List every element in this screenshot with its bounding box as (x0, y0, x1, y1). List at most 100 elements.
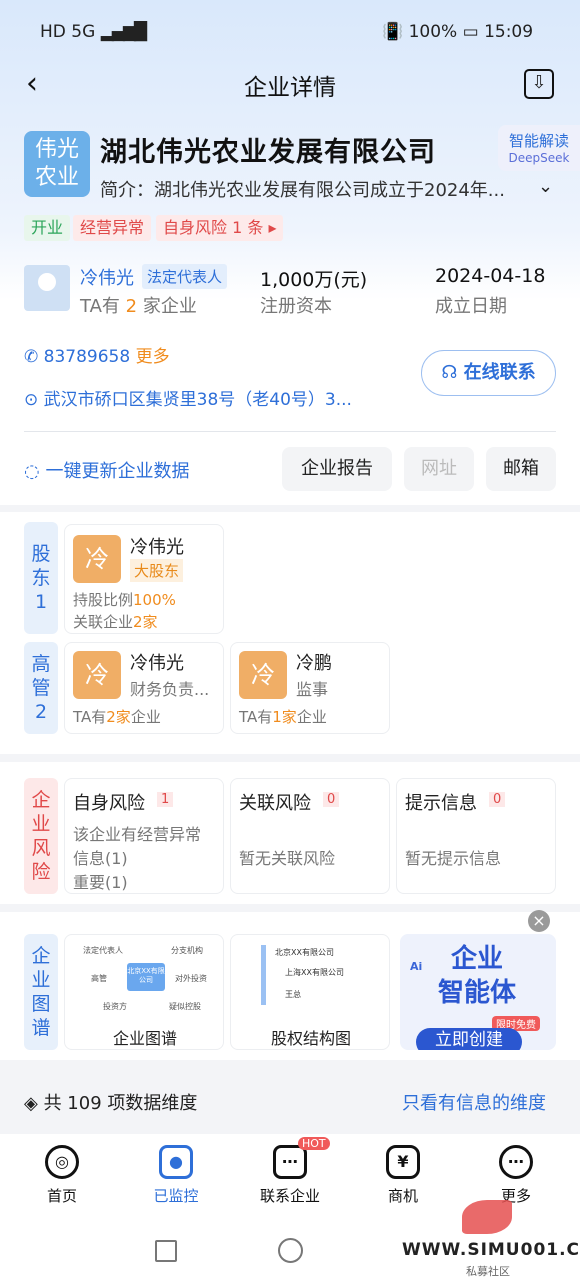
tag-self-risk[interactable]: 自身风险 1 条 ▸ (156, 215, 284, 241)
shareholder-card[interactable]: 冷 冷伟光 大股东 持股比例100% 关联企业2家 (64, 524, 224, 634)
ai-icon: Ai (410, 960, 423, 973)
equity-row: 上海XX有限公司 (285, 968, 344, 977)
more-icon: ⋯ (499, 1145, 533, 1179)
capital-label: 注册资本 (260, 296, 332, 317)
company-intro[interactable]: 简介：湖北伟光农业发展有限公司成立于2024年... (100, 176, 505, 202)
watermark-logo (462, 1200, 512, 1234)
graph-node: 高管 (91, 974, 107, 983)
executive-avatar: 冷 (239, 651, 287, 699)
founded-label: 成立日期 (435, 296, 507, 317)
graph-node: 法定代表人 (83, 946, 123, 955)
report-button[interactable]: 企业报告 (282, 447, 392, 491)
related-risk-title: 关联风险 (239, 793, 311, 814)
equity-row: 王总 (285, 990, 301, 999)
related-risk-count: 0 (323, 792, 340, 807)
close-icon[interactable]: × (528, 910, 550, 932)
self-risk-count: 1 (157, 792, 174, 807)
major-shareholder-badge: 大股东 (130, 559, 184, 582)
filter-dimensions-link[interactable]: 只看有信息的维度 (402, 1089, 546, 1115)
yen-icon: ¥ (386, 1145, 420, 1179)
nav-business[interactable]: ¥ 商机 (363, 1145, 443, 1206)
graph-node: 对外投资 (175, 974, 207, 983)
hint-info-count: 0 (489, 792, 506, 807)
risk-label: 企业风险 (24, 778, 58, 894)
hint-info-card[interactable]: 提示信息 0 暂无提示信息 (396, 778, 556, 894)
online-contact-button[interactable]: ☊ 在线联系 (421, 350, 556, 396)
executive-card[interactable]: 冷 冷伟光 财务负责... TA有2家企业 (64, 642, 224, 734)
graph-caption: 股权结构图 (270, 1029, 351, 1048)
layers-icon: ◈ (24, 1093, 38, 1114)
executive-avatar: 冷 (73, 651, 121, 699)
email-button[interactable]: 邮箱 (486, 447, 556, 491)
enterprise-graph-card[interactable]: 北京XX有限公司 法定代表人 分支机构 高管 对外投资 投资方 疑似控股 企业图… (64, 934, 224, 1050)
holding-ratio: 持股比例100% (73, 591, 176, 609)
risk-text: 暂无提示信息 (405, 849, 502, 868)
monitor-icon: ● (159, 1145, 193, 1179)
watermark-sub: 私募社区 (466, 1265, 510, 1278)
executives-label[interactable]: 高管2 (24, 642, 58, 734)
risk-text: 信息(1) (73, 849, 128, 868)
company-name: 湖北伟光农业发展有限公司 (100, 137, 436, 168)
create-agent-button[interactable]: 立即创建 (416, 1028, 522, 1050)
divider (24, 431, 556, 432)
graph-node: 投资方 (103, 1002, 127, 1011)
founded-value: 2024-04-18 (435, 265, 546, 287)
self-risk-card[interactable]: 自身风险 1 该企业有经营异常 信息(1) 重要(1) (64, 778, 224, 894)
executive-name: 冷伟光 (130, 653, 184, 674)
executive-companies: TA有2家企业 (73, 708, 161, 726)
phone-row[interactable]: ✆ 83789658 更多 (24, 342, 170, 367)
related-companies: 关联企业2家 (73, 613, 158, 631)
dimension-total: ◈ 共 109 项数据维度 (24, 1093, 198, 1114)
shareholders-label[interactable]: 股东1 (24, 522, 58, 634)
search-home-icon: ◎ (45, 1145, 79, 1179)
hot-badge: HOT (298, 1137, 330, 1150)
executive-name: 冷鹏 (296, 653, 332, 674)
ai-agent-card[interactable]: Ai 企业 智能体 限时免费 立即创建 (400, 934, 556, 1050)
address-row[interactable]: ⊙ 武汉市硚口区集贤里38号（老40号）3... (24, 385, 352, 410)
tag-abnormal[interactable]: 经营异常 (73, 215, 152, 241)
hint-info-title: 提示信息 (405, 793, 477, 814)
status-bar-left: HD 5G ▂▄▆█ (40, 22, 147, 42)
location-icon: ⊙ (24, 390, 39, 410)
executive-card[interactable]: 冷 冷鹏 监事 TA有1家企业 (230, 642, 390, 734)
recents-button[interactable] (155, 1240, 177, 1262)
graph-node: 疑似控股 (169, 1002, 201, 1011)
related-risk-card[interactable]: 关联风险 0 暂无关联风险 (230, 778, 390, 894)
capital-value: 1,000万(元) (260, 269, 368, 291)
graph-caption: 企业图谱 (112, 1029, 177, 1048)
equity-line (261, 945, 266, 1005)
refresh-icon: ◌ (24, 461, 40, 482)
risk-text: 重要(1) (73, 873, 128, 892)
shareholder-avatar: 冷 (73, 535, 121, 583)
self-risk-title: 自身风险 (73, 793, 145, 814)
shareholder-name: 冷伟光 (130, 537, 184, 558)
risk-text: 暂无关联风险 (239, 849, 336, 868)
executive-role: 监事 (296, 680, 329, 699)
ai-interpret-button[interactable]: 智能解读 DeepSeek (498, 125, 580, 171)
download-icon[interactable]: ⇩ (524, 69, 554, 99)
ai-agent-title: 企业 智能体 (437, 944, 516, 1008)
update-data-button[interactable]: ◌ 一键更新企业数据 (24, 457, 189, 483)
risk-text: 该企业有经营异常 (73, 825, 202, 844)
chat-icon: ⋯ (273, 1145, 307, 1179)
graph-label: 企业图谱 (24, 934, 58, 1050)
page-title: 企业详情 (244, 75, 336, 101)
status-tag-open: 开业 (24, 215, 71, 241)
company-logo: 伟光 农业 (24, 131, 90, 197)
watermark-text: WWW.SIMU001.CN (402, 1240, 580, 1260)
chevron-down-icon[interactable]: ⌄ (538, 176, 553, 197)
nav-home[interactable]: ◎ 首页 (22, 1145, 102, 1206)
nav-more[interactable]: ⋯ 更多 (476, 1145, 556, 1206)
equity-structure-card[interactable]: 北京XX有限公司 上海XX有限公司 王总 股权结构图 (230, 934, 390, 1050)
equity-row: 北京XX有限公司 (275, 948, 334, 957)
website-button[interactable]: 网址 (404, 447, 474, 491)
headset-icon: ☊ (441, 362, 458, 383)
nav-monitor[interactable]: ● 已监控 (136, 1145, 216, 1206)
legal-rep-name[interactable]: 冷伟光 (80, 264, 134, 290)
legal-rep-companies[interactable]: TA有 2 家企业 (80, 292, 197, 318)
home-button[interactable] (278, 1238, 303, 1263)
executive-role: 财务负责... (130, 680, 210, 699)
executive-companies: TA有1家企业 (239, 708, 327, 726)
graph-node: 分支机构 (171, 946, 203, 955)
nav-contact[interactable]: ⋯ 联系企业 (250, 1145, 330, 1206)
